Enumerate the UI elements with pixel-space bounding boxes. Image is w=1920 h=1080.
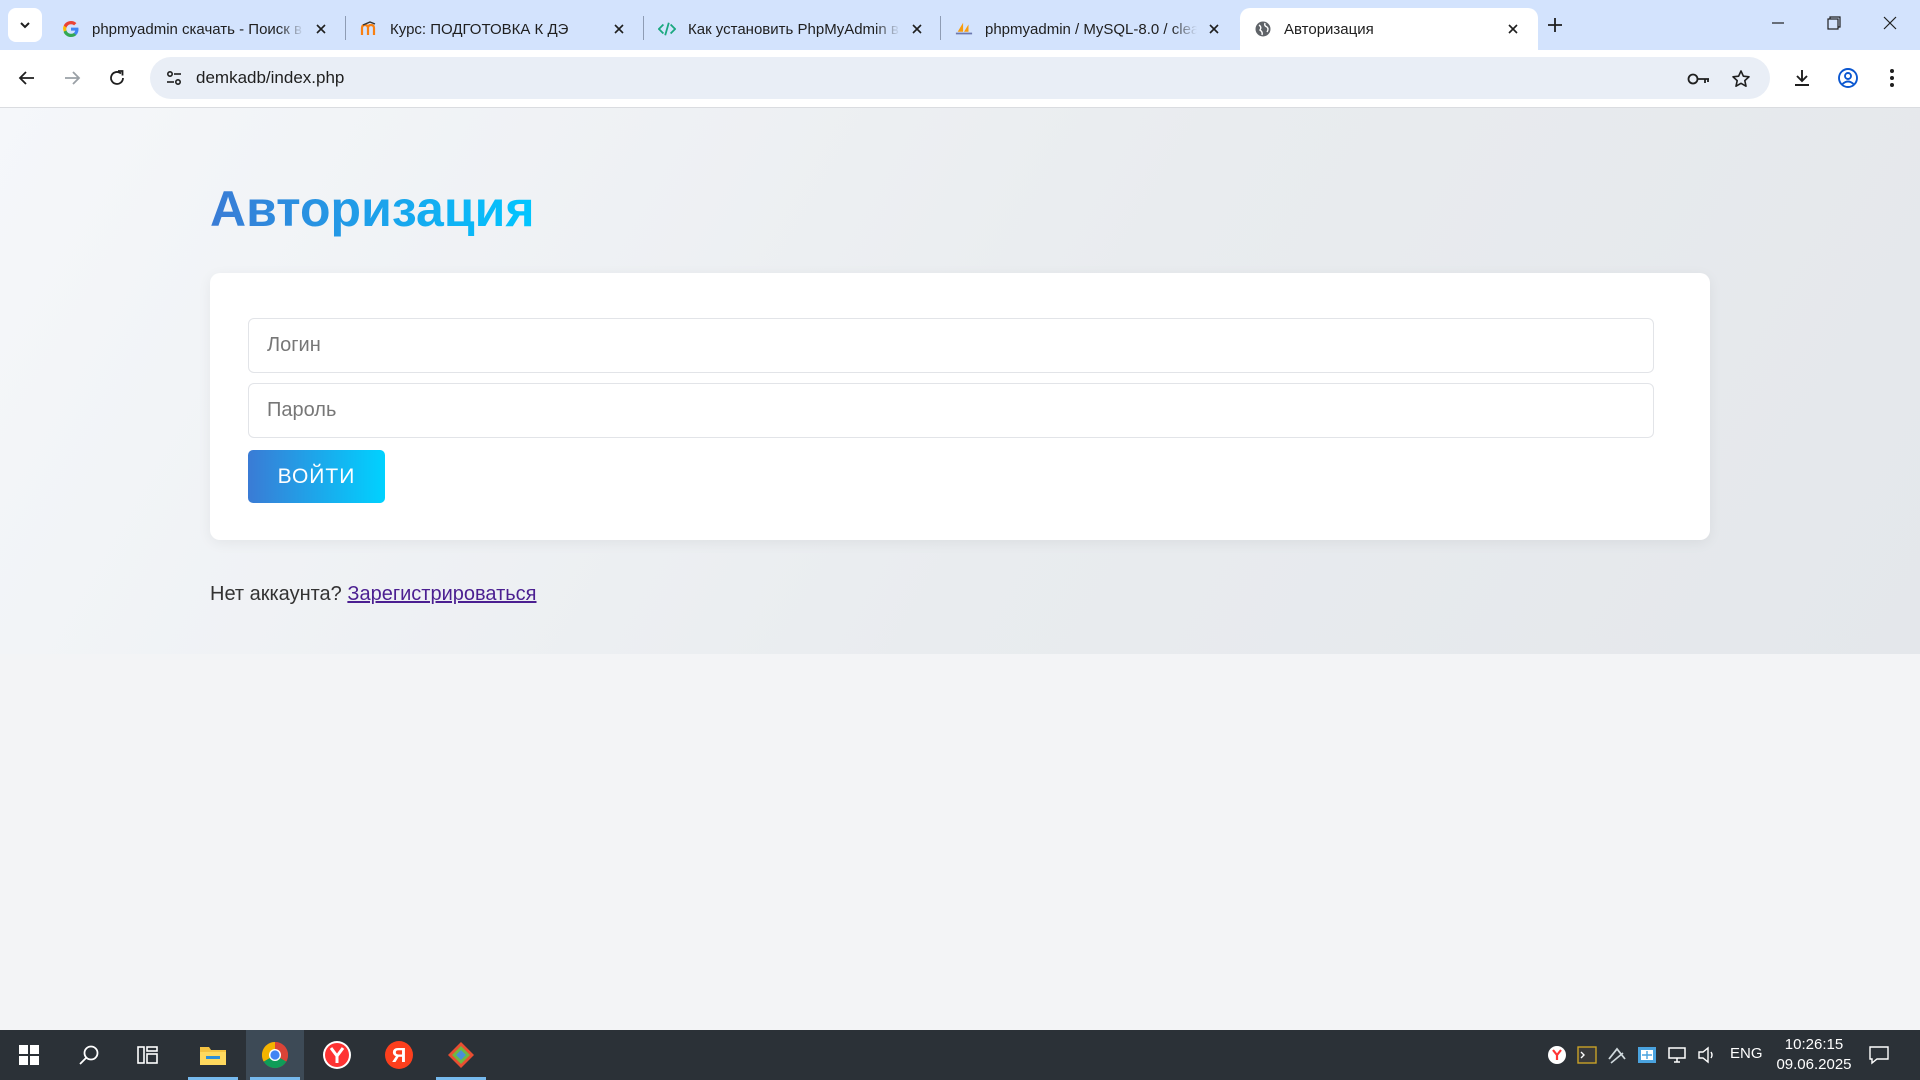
arrow-right-icon xyxy=(65,71,81,85)
network-tray-icon[interactable] xyxy=(1606,1044,1628,1066)
taskbar-git[interactable] xyxy=(432,1030,490,1080)
tab-search-button[interactable] xyxy=(8,8,42,42)
taskbar-yandex-browser[interactable] xyxy=(308,1030,366,1080)
tab-title: Авторизация xyxy=(1284,20,1374,38)
url-text[interactable]: demkadb/index.php xyxy=(196,68,344,88)
system-clock[interactable]: 10:26:15 09.06.2025 xyxy=(1774,1035,1854,1075)
address-bar[interactable]: demkadb/index.php xyxy=(150,57,1770,99)
tab-title: phpmyadmin скачать - Поиск в Google xyxy=(92,20,304,38)
tab-title: phpmyadmin / MySQL-8.0 / clean xyxy=(985,20,1197,38)
new-tab-button[interactable] xyxy=(1538,10,1572,40)
more-menu-icon[interactable] xyxy=(1876,62,1908,94)
moodle-icon xyxy=(360,20,378,38)
taskbar-chrome[interactable] xyxy=(246,1030,304,1080)
yandex-tray-icon[interactable] xyxy=(1546,1044,1568,1066)
tab-install-guide[interactable]: Как установить PhpMyAdmin в OpenServer xyxy=(644,8,942,50)
google-g-icon xyxy=(62,20,80,38)
clock-date: 09.06.2025 xyxy=(1776,1056,1852,1073)
yandex-icon: Я xyxy=(385,1041,413,1069)
taskbar-file-explorer[interactable] xyxy=(184,1030,242,1080)
search-icon xyxy=(79,1045,99,1065)
close-icon[interactable] xyxy=(1203,18,1225,40)
tab-strip: phpmyadmin скачать - Поиск в Google Курс… xyxy=(0,0,1920,50)
terminal-tray-icon[interactable] xyxy=(1576,1044,1598,1066)
tab-course[interactable]: Курс: ПОДГОТОВКА К ДЭ xyxy=(346,8,644,50)
profile-icon[interactable] xyxy=(1832,62,1864,94)
windows-taskbar: Я ENG 10:26:15 09.06.2025 xyxy=(0,1030,1920,1080)
start-button[interactable] xyxy=(0,1030,58,1080)
search-button[interactable] xyxy=(60,1030,118,1080)
page-title: Авторизация xyxy=(210,181,535,237)
key-icon[interactable] xyxy=(1686,66,1712,92)
page-content: Авторизация ВОЙТИ Нет аккаунта? Зарегист… xyxy=(0,108,1920,1030)
close-icon[interactable] xyxy=(1502,18,1524,40)
pma-sail-icon xyxy=(955,20,973,38)
download-icon[interactable] xyxy=(1786,62,1818,94)
no-account-text: Нет аккаунта? xyxy=(210,583,342,605)
plus-icon xyxy=(1548,18,1562,32)
chevron-down-icon xyxy=(20,22,30,29)
forward-button[interactable] xyxy=(54,60,90,96)
task-view-button[interactable] xyxy=(120,1030,178,1080)
volume-icon[interactable] xyxy=(1696,1044,1718,1066)
close-icon xyxy=(1883,16,1897,30)
tab-phpmyadmin[interactable]: phpmyadmin / MySQL-8.0 / clean xyxy=(941,8,1239,50)
chrome-icon xyxy=(261,1041,289,1069)
close-window-button[interactable] xyxy=(1862,0,1918,46)
app-tray-icon[interactable] xyxy=(1636,1044,1658,1066)
back-button[interactable] xyxy=(9,60,45,96)
password-input[interactable] xyxy=(248,383,1654,438)
register-link[interactable]: Зарегистрироваться xyxy=(347,583,536,605)
arrow-left-icon xyxy=(18,71,34,85)
git-icon xyxy=(448,1042,474,1068)
svg-text:Я: Я xyxy=(392,1045,406,1067)
login-button[interactable]: ВОЙТИ xyxy=(248,450,385,503)
windows-start-icon xyxy=(19,1045,39,1065)
clock-time: 10:26:15 xyxy=(1784,1036,1844,1053)
register-prompt: Нет аккаунта? Зарегистрироваться xyxy=(210,583,537,606)
page-background: Авторизация ВОЙТИ Нет аккаунта? Зарегист… xyxy=(0,108,1920,654)
site-info-icon[interactable] xyxy=(160,64,188,92)
notifications-icon[interactable] xyxy=(1868,1044,1890,1066)
tab-google-search[interactable]: phpmyadmin скачать - Поиск в Google xyxy=(48,8,346,50)
restore-button[interactable] xyxy=(1806,0,1862,46)
login-form-card: ВОЙТИ xyxy=(210,273,1710,540)
minimize-button[interactable] xyxy=(1750,0,1806,46)
code-brackets-icon xyxy=(658,20,676,38)
star-icon[interactable] xyxy=(1728,66,1754,92)
close-icon[interactable] xyxy=(906,18,928,40)
globe-icon xyxy=(1254,20,1272,38)
monitor-tray-icon[interactable] xyxy=(1666,1044,1688,1066)
reload-button[interactable] xyxy=(99,60,135,96)
tab-authorization[interactable]: Авторизация xyxy=(1240,8,1538,50)
task-view-icon xyxy=(137,1046,158,1064)
language-indicator[interactable]: ENG xyxy=(1730,1045,1763,1062)
tab-title: Курс: ПОДГОТОВКА К ДЭ xyxy=(390,20,569,38)
taskbar-yandex[interactable]: Я xyxy=(370,1030,428,1080)
close-icon[interactable] xyxy=(310,18,332,40)
close-icon[interactable] xyxy=(608,18,630,40)
reload-icon xyxy=(110,70,124,85)
file-explorer-icon xyxy=(200,1047,226,1065)
browser-toolbar: demkadb/index.php xyxy=(0,50,1920,108)
tab-title: Как установить PhpMyAdmin в OpenServer xyxy=(688,20,900,38)
minimize-icon xyxy=(1772,22,1784,24)
login-input[interactable] xyxy=(248,318,1654,373)
restore-icon xyxy=(1827,16,1841,30)
yandex-browser-icon xyxy=(323,1041,351,1069)
